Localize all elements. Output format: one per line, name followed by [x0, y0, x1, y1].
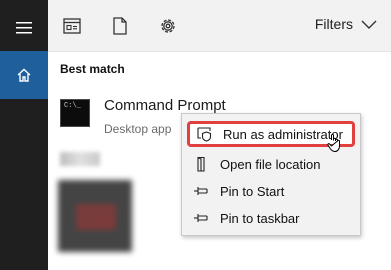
blurred-result-thumbnail	[58, 180, 132, 252]
best-match-heading: Best match	[60, 62, 125, 76]
settings-filter-button[interactable]	[156, 14, 180, 38]
apps-filter-button[interactable]	[60, 14, 84, 38]
pin-to-taskbar-item[interactable]: Pin to taskbar	[192, 207, 300, 229]
home-icon	[17, 68, 31, 82]
pin-icon	[192, 182, 210, 200]
pin-to-start-item[interactable]: Pin to Start	[192, 180, 284, 202]
filters-label: Filters	[314, 16, 353, 32]
settings-icon	[161, 19, 175, 33]
home-button[interactable]	[0, 51, 48, 99]
blurred-result-label	[60, 152, 100, 166]
run-as-administrator-label: Run as administrator	[223, 126, 343, 142]
context-menu: Run as administrator Open file location …	[181, 113, 361, 236]
left-rail	[0, 0, 48, 270]
result-name: Command Prompt	[104, 97, 226, 114]
filters-dropdown[interactable]: Filters	[315, 16, 377, 32]
filter-toolbar: Filters	[48, 0, 391, 52]
command-prompt-icon: C:\_	[60, 99, 90, 127]
hamburger-icon	[16, 22, 32, 34]
pin-icon	[192, 209, 210, 227]
pin-to-taskbar-label: Pin to taskbar	[220, 210, 300, 226]
documents-icon	[113, 17, 127, 35]
open-file-location-item[interactable]: Open file location	[192, 153, 320, 175]
folder-location-icon	[192, 155, 210, 173]
menu-button[interactable]	[0, 5, 48, 51]
chevron-down-icon	[361, 20, 377, 29]
mouse-cursor-icon	[327, 134, 340, 153]
open-file-location-label: Open file location	[220, 156, 321, 172]
apps-icon	[63, 18, 81, 34]
pin-to-start-label: Pin to Start	[220, 183, 285, 199]
documents-filter-button[interactable]	[108, 14, 132, 38]
shield-icon	[195, 125, 213, 143]
result-type: Desktop app	[104, 122, 172, 136]
